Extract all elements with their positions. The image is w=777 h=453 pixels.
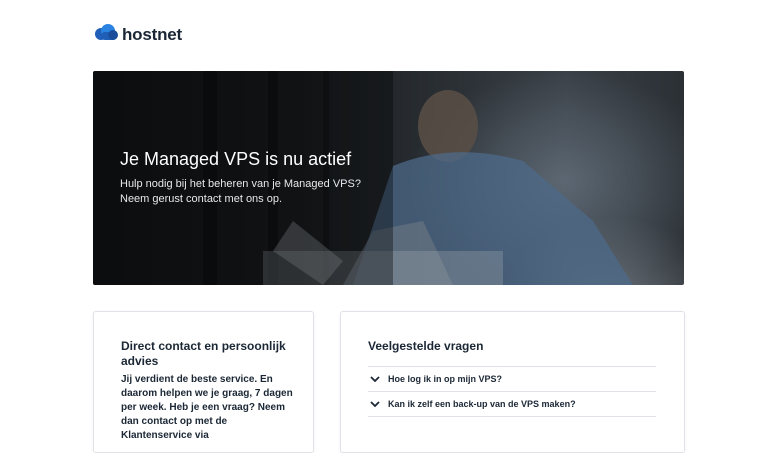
faq-item-label: Hoe log ik in op mijn VPS? bbox=[388, 374, 503, 384]
chevron-down-icon bbox=[368, 375, 388, 383]
faq-list: Hoe log ik in op mijn VPS? Kan ik zelf e… bbox=[368, 366, 656, 417]
faq-item[interactable]: Hoe log ik in op mijn VPS? bbox=[368, 367, 656, 392]
cloud-logo-icon bbox=[94, 24, 118, 45]
hero-subtitle: Hulp nodig bij het beheren van je Manage… bbox=[120, 177, 380, 207]
contact-card-body: Jij verdient de beste service. En daarom… bbox=[121, 374, 293, 441]
chevron-down-icon bbox=[368, 400, 388, 408]
hero-banner: Je Managed VPS is nu actief Hulp nodig b… bbox=[93, 71, 684, 285]
hostnet-logo[interactable]: hostnet bbox=[94, 24, 182, 45]
logo-text: hostnet bbox=[122, 24, 182, 44]
faq-title: Veelgestelde vragen bbox=[368, 339, 484, 353]
contact-card: Direct contact en persoonlijk advies Jij… bbox=[93, 311, 314, 453]
hero-title: Je Managed VPS is nu actief bbox=[120, 149, 352, 169]
hero-subtitle-line-1: Hulp nodig bij het beheren van je Manage… bbox=[120, 178, 361, 190]
faq-card: Veelgestelde vragen Hoe log ik in op mij… bbox=[340, 311, 685, 453]
contact-card-title: Direct contact en persoonlijk advies bbox=[121, 339, 286, 368]
hero-subtitle-line-2: Neem gerust contact met ons op. bbox=[120, 193, 283, 205]
faq-item-label: Kan ik zelf een back-up van de VPS maken… bbox=[388, 399, 576, 409]
faq-item[interactable]: Kan ik zelf een back-up van de VPS maken… bbox=[368, 392, 656, 417]
